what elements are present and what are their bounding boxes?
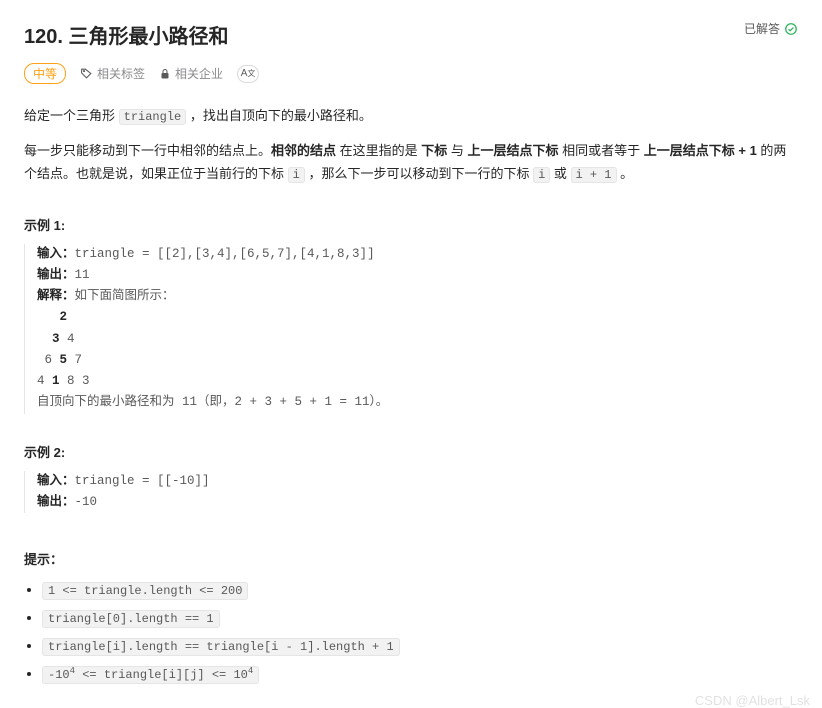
- translate-icon-text: A: [241, 68, 248, 79]
- desc-paragraph-2: 每一步只能移动到下一行中相邻的结点上。相邻的结点 在这里指的是 下标 与 上一层…: [24, 139, 798, 187]
- example-2-block: 输入：triangle = [[-10]] 输出：-10: [24, 471, 798, 514]
- related-companies-label: 相关企业: [175, 65, 223, 82]
- solved-status: 已解答: [744, 20, 798, 37]
- code-inline: triangle: [119, 109, 187, 125]
- constraints-title: 提示：: [24, 549, 798, 568]
- difficulty-badge: 中等: [24, 63, 66, 84]
- constraint-item: -104 <= triangle[i][j] <= 104: [42, 666, 798, 682]
- constraint-item: 1 <= triangle.length <= 200: [42, 582, 798, 598]
- constraint-item: triangle[0].length == 1: [42, 610, 798, 626]
- constraints-list: 1 <= triangle.length <= 200 triangle[0].…: [24, 582, 798, 682]
- code-inline: i: [288, 167, 305, 183]
- constraint-item: triangle[i].length == triangle[i - 1].le…: [42, 638, 798, 654]
- lock-icon: [159, 68, 171, 80]
- check-circle-icon: [784, 22, 798, 36]
- meta-row: 中等 相关标签 相关企业 A文: [24, 63, 798, 84]
- example-1-title: 示例 1:: [24, 215, 798, 234]
- code-inline: i: [533, 167, 550, 183]
- tag-icon: [80, 67, 93, 80]
- problem-description: 给定一个三角形 triangle ，找出自顶向下的最小路径和。 每一步只能移动到…: [24, 104, 798, 187]
- solved-label: 已解答: [744, 20, 780, 37]
- translate-button[interactable]: A文: [237, 65, 259, 83]
- problem-title: 120. 三角形最小路径和: [24, 20, 228, 49]
- example-1-block: 输入：triangle = [[2],[3,4],[6,5,7],[4,1,8,…: [24, 244, 798, 414]
- watermark: CSDN @Albert_Lsk: [695, 693, 810, 708]
- example-2-title: 示例 2:: [24, 442, 798, 461]
- desc-paragraph-1: 给定一个三角形 triangle ，找出自顶向下的最小路径和。: [24, 104, 798, 129]
- related-companies-button[interactable]: 相关企业: [159, 65, 223, 82]
- related-tags-button[interactable]: 相关标签: [80, 65, 145, 82]
- related-tags-label: 相关标签: [97, 65, 145, 82]
- code-inline: i + 1: [571, 167, 617, 183]
